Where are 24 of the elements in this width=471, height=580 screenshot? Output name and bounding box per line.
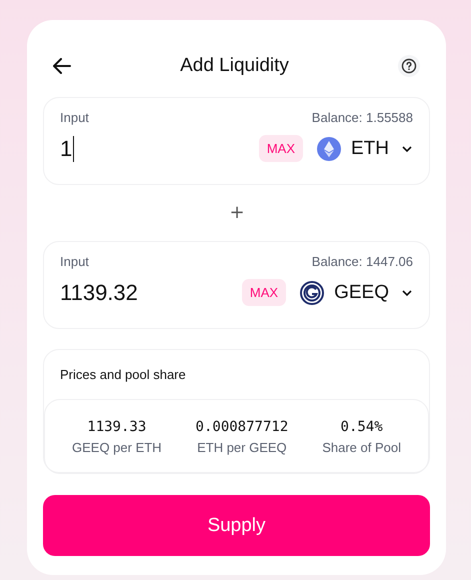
- supply-button[interactable]: Supply: [43, 495, 430, 556]
- window-title: Add Liquidity: [180, 55, 289, 77]
- stat-label: Share of Pool: [322, 440, 401, 454]
- section-title: Prices and pool share: [59, 367, 187, 382]
- help-icon[interactable]: [398, 55, 420, 77]
- back-arrow-icon[interactable]: [53, 58, 71, 74]
- token-selector[interactable]: ETH: [317, 136, 413, 160]
- balance-text: Balance: 1.55588: [312, 110, 413, 125]
- plus-sign: +: [230, 201, 244, 225]
- input-label: Input: [60, 254, 89, 269]
- input-label: Input: [60, 110, 89, 125]
- chevron-down-icon: [401, 288, 413, 296]
- stat-value: 0.54%: [340, 418, 383, 434]
- balance-text: Balance: 1447.06: [312, 254, 413, 269]
- stat-value: 0.000877712: [196, 418, 288, 434]
- chevron-down-icon: [401, 144, 413, 152]
- token-logo-icon: [300, 280, 324, 304]
- stat-value: 1139.33: [87, 418, 146, 434]
- stat-label: GEEQ per ETH: [72, 440, 162, 454]
- ethereum-icon: [317, 136, 341, 160]
- stat-label: ETH per GEEQ: [197, 440, 287, 454]
- token-selector[interactable]: GEEQ: [300, 280, 413, 304]
- amount-field[interactable]: 1139.32: [60, 280, 242, 306]
- amount-field[interactable]: 1: [60, 136, 259, 162]
